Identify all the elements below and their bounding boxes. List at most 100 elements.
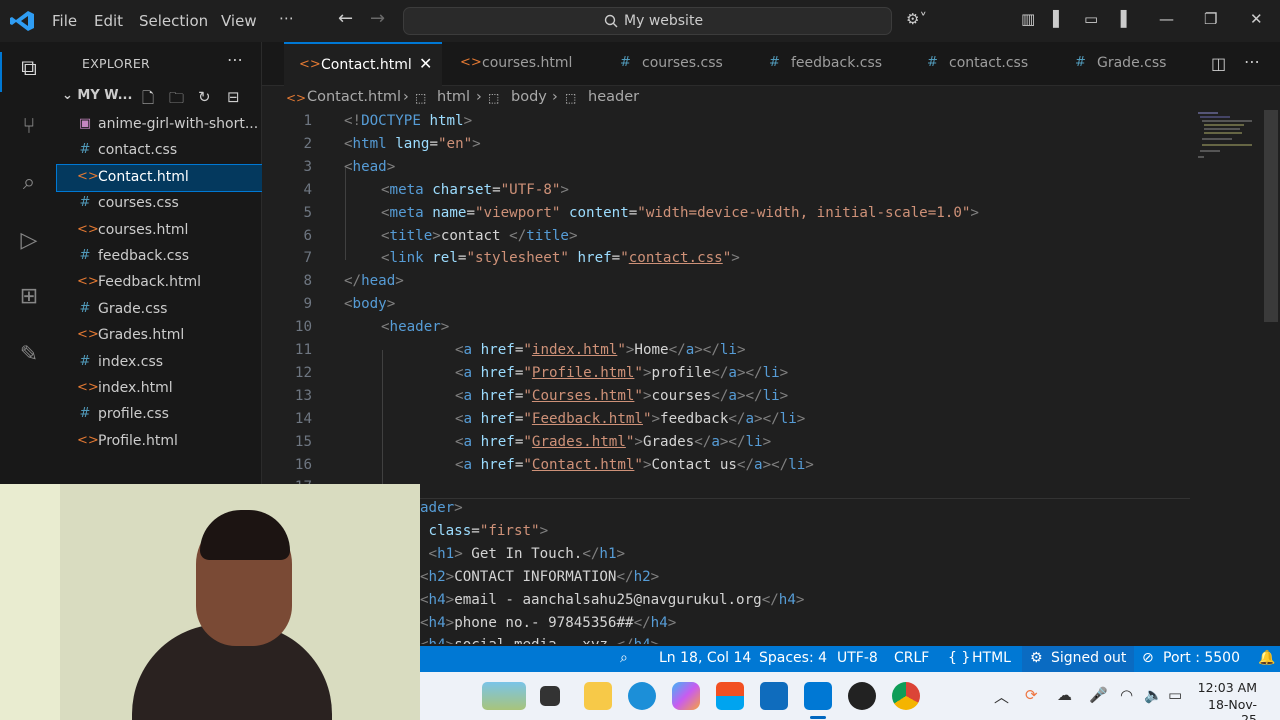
language-mode[interactable]: HTML xyxy=(972,650,1011,666)
volume-icon[interactable]: 🔈 xyxy=(1144,686,1163,704)
copilot-app-icon[interactable] xyxy=(672,682,700,710)
code-token: < xyxy=(455,342,464,358)
weather-widget-icon[interactable] xyxy=(482,682,526,710)
system-clock[interactable]: 12:03 AM 18-Nov-25 xyxy=(1197,680,1257,720)
breadcrumb-file[interactable]: Contact.html xyxy=(307,89,401,105)
tab-feedback-css[interactable]: # feedback.css xyxy=(754,42,910,86)
code-token: h1 xyxy=(599,545,617,562)
menu-selection[interactable]: Selection xyxy=(139,12,208,30)
file-item[interactable]: # contact.css xyxy=(57,138,262,164)
tab-label: contact.css xyxy=(949,55,1029,71)
store-icon[interactable] xyxy=(716,682,744,710)
code-token: > xyxy=(805,456,814,473)
file-item[interactable]: <> Grades.html xyxy=(57,323,262,349)
toggle-sidebar-icon[interactable]: ▌ xyxy=(1053,10,1065,28)
live-server-port[interactable]: Port : 5500 xyxy=(1163,650,1240,666)
explorer-icon[interactable]: ⧉ xyxy=(14,56,44,86)
sync-icon[interactable]: ⟳ xyxy=(1025,686,1038,704)
file-explorer-icon[interactable] xyxy=(584,682,612,710)
extensions-icon[interactable]: ⊞ xyxy=(14,284,44,314)
refresh-icon[interactable]: ↻ xyxy=(198,88,211,106)
vscode-taskbar-icon[interactable] xyxy=(804,682,832,710)
new-folder-icon[interactable]: 🗀 xyxy=(169,88,184,113)
menu-edit[interactable]: Edit xyxy=(94,12,123,30)
search-icon xyxy=(604,14,618,28)
breadcrumb-header[interactable]: header xyxy=(588,89,639,105)
toggle-panel-icon[interactable]: ▭ xyxy=(1084,10,1098,28)
battery-icon[interactable]: ▭ xyxy=(1168,686,1182,704)
terminal-icon[interactable] xyxy=(540,686,560,706)
layout-customize-icon[interactable]: ▥ xyxy=(1021,10,1035,28)
code-token: Feedback.html xyxy=(531,410,643,427)
end-of-line[interactable]: CRLF xyxy=(894,650,929,666)
more-actions-icon[interactable]: ⋯ xyxy=(227,50,243,69)
minimap[interactable] xyxy=(1196,110,1266,170)
chrome-icon[interactable] xyxy=(892,682,920,710)
file-item[interactable]: # index.css xyxy=(57,350,262,376)
search-icon[interactable]: ⌕ xyxy=(14,170,44,200)
notifications-icon[interactable]: 🔔 xyxy=(1258,650,1275,666)
file-item[interactable]: ▣ anime-girl-with-short... xyxy=(57,112,262,138)
editor-more-icon[interactable]: ⋯ xyxy=(1244,52,1260,71)
zoom-icon[interactable]: ⌕ xyxy=(620,650,628,666)
copilot-icon[interactable]: ⚙˅ xyxy=(906,10,927,28)
code-line: <h4>email - aanchalsahu25@navgurukul.org… xyxy=(420,592,804,608)
indentation[interactable]: Spaces: 4 xyxy=(759,650,827,666)
forward-arrow-icon[interactable]: → xyxy=(370,8,385,29)
run-debug-icon[interactable]: ▷ xyxy=(14,228,44,258)
microphone-icon[interactable]: 🎤 xyxy=(1089,686,1108,704)
file-item[interactable]: # profile.css xyxy=(57,402,262,428)
collapse-all-icon[interactable]: ⊟ xyxy=(227,88,240,106)
line-number: 7 xyxy=(303,250,312,267)
file-name: Profile.html xyxy=(98,432,178,449)
file-item[interactable]: # feedback.css xyxy=(57,244,262,270)
code-token: contact.css xyxy=(628,250,723,267)
editor-scrollbar[interactable] xyxy=(1264,110,1278,322)
back-arrow-icon[interactable]: ← xyxy=(338,8,353,29)
code-editor[interactable]: 1 <!DOCTYPE html> 2 <html lang="en"> 3 <head>… xyxy=(262,110,1280,484)
account-item[interactable]: ⚙ Signed out xyxy=(1022,646,1134,672)
close-tab-icon[interactable]: ✕ xyxy=(419,54,432,73)
code-editor-lower[interactable]: ader> class="first"> <h1> Get In Touch.<… xyxy=(420,484,1280,644)
file-item[interactable]: <> courses.html xyxy=(57,218,262,244)
new-file-icon[interactable]: 🗋 xyxy=(142,88,154,113)
tab-grade-css[interactable]: # Grade.css xyxy=(1060,42,1190,86)
file-item[interactable]: # Grade.css xyxy=(57,297,262,323)
toggle-secondary-sidebar-icon[interactable]: ▐ xyxy=(1115,10,1127,28)
restore-icon[interactable]: ❐ xyxy=(1204,10,1217,28)
onedrive-icon[interactable]: ☁ xyxy=(1057,686,1072,704)
tab-courses-html[interactable]: <> courses.html xyxy=(445,42,603,86)
wifi-icon[interactable]: ◠ xyxy=(1120,686,1133,704)
github-icon[interactable] xyxy=(848,682,876,710)
cursor-position[interactable]: Ln 18, Col 14 xyxy=(659,650,751,666)
encoding[interactable]: UTF-8 xyxy=(837,650,878,666)
close-window-icon[interactable]: ✕ xyxy=(1250,10,1263,28)
code-token: = xyxy=(611,250,621,267)
menu-view[interactable]: View xyxy=(221,12,257,30)
menu-file[interactable]: File xyxy=(52,12,77,30)
minimize-icon[interactable]: — xyxy=(1159,10,1174,28)
file-item[interactable]: <> Profile.html xyxy=(57,429,262,455)
chevron-right-icon: › xyxy=(476,89,482,105)
outlook-icon[interactable] xyxy=(760,682,788,710)
breadcrumb-body[interactable]: body xyxy=(511,89,547,105)
chat-icon[interactable]: ✎ xyxy=(14,342,44,372)
code-line: <a href="Feedback.html">feedback</a></li… xyxy=(455,411,805,427)
file-item[interactable]: <> Feedback.html xyxy=(57,270,262,296)
tab-contact-html[interactable]: <> Contact.html ✕ xyxy=(284,42,442,86)
breadcrumb-html[interactable]: html xyxy=(437,89,470,105)
tray-chevron-icon[interactable]: ︿ xyxy=(994,686,1009,707)
code-token: li xyxy=(788,456,806,473)
split-editor-icon[interactable]: ◫ xyxy=(1211,54,1226,73)
file-item[interactable]: <> Contact.html xyxy=(56,163,263,192)
source-control-icon[interactable]: ⑂ xyxy=(14,114,44,144)
command-center-search[interactable]: My website xyxy=(403,7,892,35)
folder-header[interactable]: ⌄ MY W... xyxy=(62,88,132,103)
edge-icon[interactable] xyxy=(628,682,656,710)
tab-contact-css[interactable]: # contact.css xyxy=(912,42,1058,86)
file-item[interactable]: <> index.html xyxy=(57,376,262,402)
code-token: ader xyxy=(420,500,455,516)
more-menu-icon[interactable]: ⋯ xyxy=(279,9,294,27)
tab-courses-css[interactable]: # courses.css xyxy=(605,42,753,86)
file-item[interactable]: # courses.css xyxy=(57,191,262,217)
